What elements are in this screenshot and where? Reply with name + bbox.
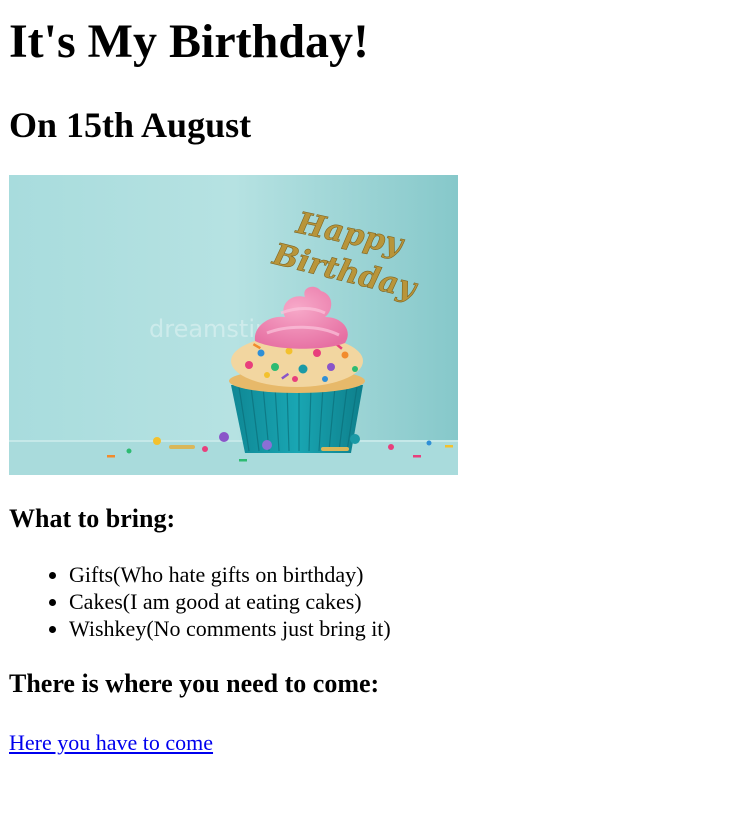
location-section-title: There is where you need to come: (9, 669, 380, 698)
bring-section-title: What to bring: (9, 504, 176, 533)
location-link[interactable]: Here you have to come (9, 730, 213, 756)
page-title: It's My Birthday! (9, 15, 369, 68)
cupcake-image: dreamstime Happy Birthday (9, 175, 458, 475)
list-item: Gifts(Who hate gifts on birthday) (69, 561, 720, 588)
bring-list: Gifts(Who hate gifts on birthday) Cakes(… (9, 561, 720, 642)
list-item: Cakes(I am good at eating cakes) (69, 588, 720, 615)
date-subtitle: On 15th August (9, 105, 252, 145)
page: It's My Birthday! On 15th August dreamst… (0, 12, 729, 756)
list-item: Wishkey(No comments just bring it) (69, 615, 720, 642)
